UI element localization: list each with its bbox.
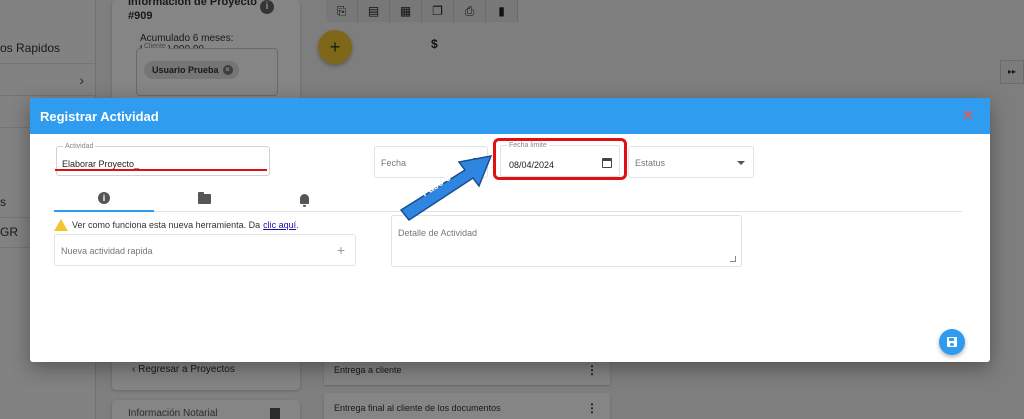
- dialog-title: Registrar Actividad: [40, 109, 159, 124]
- help-link[interactable]: clic aquí: [263, 220, 296, 230]
- due-date-highlight-box: [493, 138, 627, 180]
- activity-highlight-underline: [55, 169, 267, 171]
- tab-info[interactable]: i: [54, 186, 154, 212]
- activity-tabs: i: [54, 186, 962, 212]
- status-select[interactable]: Estatus: [628, 146, 754, 178]
- activity-field[interactable]: Actividad Elaborar Proyecto_: [56, 142, 270, 176]
- warning-icon: [54, 219, 68, 231]
- quick-activity-input[interactable]: Nueva actividad rapida +: [54, 234, 356, 266]
- activity-detail-placeholder: Detalle de Actividad: [398, 228, 478, 238]
- chevron-down-icon: [737, 161, 745, 165]
- step-arrow-icon: [399, 155, 493, 222]
- activity-legend: Actividad: [63, 142, 96, 151]
- resize-handle[interactable]: [730, 256, 736, 262]
- activity-value[interactable]: Elaborar Proyecto_: [62, 159, 139, 169]
- tab-reminders[interactable]: [254, 186, 354, 212]
- info-icon: i: [98, 192, 110, 204]
- folder-icon: [197, 192, 211, 204]
- bell-icon: [299, 194, 309, 207]
- dialog-header: Registrar Actividad ✕: [30, 98, 990, 134]
- save-icon: [947, 337, 957, 347]
- status-placeholder: Estatus: [635, 158, 666, 168]
- quick-activity-placeholder: Nueva actividad rapida: [61, 246, 153, 256]
- tab-documents[interactable]: [154, 186, 254, 212]
- help-notice-end: .: [296, 220, 299, 230]
- add-icon[interactable]: +: [337, 242, 345, 258]
- save-button[interactable]: [939, 329, 965, 355]
- close-icon[interactable]: ✕: [962, 107, 974, 124]
- help-notice: Ver como funciona esta nueva herramienta…: [54, 218, 299, 232]
- help-notice-text: Ver como funciona esta nueva herramienta…: [72, 220, 261, 230]
